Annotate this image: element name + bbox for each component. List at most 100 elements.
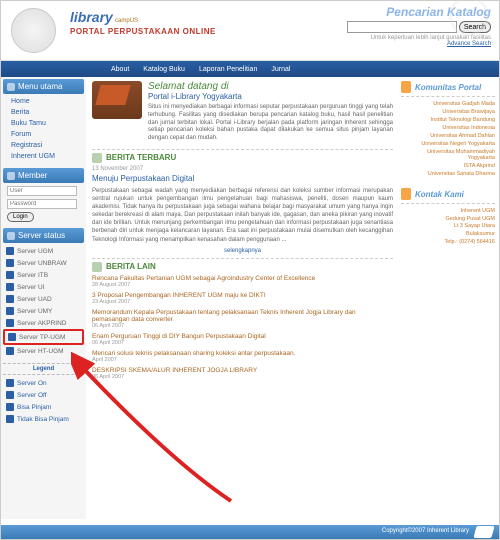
login-button[interactable]: Login: [7, 212, 34, 222]
server-icon: [6, 319, 14, 327]
legend-label: Server Off: [17, 392, 47, 399]
server-item[interactable]: Server AKPRIND: [3, 317, 84, 329]
other-news-title: 3 Proposal Pengembangan INHERENT UGM maj…: [92, 292, 393, 299]
nav-jurnal[interactable]: Jurnal: [271, 66, 290, 73]
menu-header: Menu utama: [3, 79, 84, 94]
legend-label: Bisa Pinjam: [17, 404, 51, 411]
other-news-date: 23 August 2007: [92, 299, 393, 305]
legend-item: Bisa Pinjam: [3, 401, 84, 413]
other-news-item[interactable]: DESKRIPSI SKEMA/ALUR INHERENT JOGJA LIBR…: [92, 367, 393, 380]
nav-laporan[interactable]: Laporan Penelitian: [199, 66, 257, 73]
server-icon: [6, 307, 14, 315]
other-news-title: Memorandum Kepala Perpustakaan tentang p…: [92, 309, 393, 323]
other-news-item[interactable]: 3 Proposal Pengembangan INHERENT UGM maj…: [92, 292, 393, 305]
welcome-image: [92, 81, 142, 119]
menu-item[interactable]: Berita: [11, 107, 84, 118]
legend-icon: [6, 415, 14, 423]
legend-header: Legend: [3, 363, 84, 375]
contact-header: Kontak Kami: [401, 188, 495, 204]
read-more-link[interactable]: selengkapnya: [92, 244, 393, 258]
university-link[interactable]: Institut Teknologi Bandung: [401, 116, 495, 124]
other-news-title: Mencari solusi teknis pelaksanaan sharin…: [92, 350, 393, 357]
university-link[interactable]: ISTA Akprind: [401, 162, 495, 170]
password-input[interactable]: [7, 199, 77, 209]
top-nav: About Katalog Buku Laporan Penelitian Ju…: [1, 61, 499, 77]
university-link[interactable]: Universitas Brawijaya: [401, 108, 495, 116]
menu-item[interactable]: Home: [11, 96, 84, 107]
menu-item[interactable]: Buku Tamu: [11, 118, 84, 129]
menu-item[interactable]: Registrasi: [11, 140, 84, 151]
server-item[interactable]: Server ITB: [3, 269, 84, 281]
other-news-item[interactable]: Mencari solusi teknis pelaksanaan sharin…: [92, 350, 393, 363]
server-icon: [6, 347, 14, 355]
server-item[interactable]: Server UNBRAW: [3, 257, 84, 269]
other-news-date: 28 August 2007: [92, 282, 393, 288]
server-item[interactable]: Server UMY: [3, 305, 84, 317]
university-link[interactable]: Universitas Sanata Dharma: [401, 170, 495, 178]
university-link[interactable]: Universitas Ahmad Dahlan: [401, 132, 495, 140]
server-label: Server ITB: [17, 272, 48, 279]
search-input[interactable]: [347, 21, 457, 33]
other-news-item[interactable]: Rencana Fakultas Pertanian UGM sebagai A…: [92, 275, 393, 288]
university-link[interactable]: Universitas Indonesia: [401, 124, 495, 132]
server-item[interactable]: Server HT-UGM: [3, 345, 84, 357]
legend-item: Server Off: [3, 389, 84, 401]
server-item[interactable]: Server TP-UGM: [3, 329, 84, 345]
welcome-subtitle: Portal i-Library Yogyakarta: [148, 92, 393, 101]
other-news-title: DESKRIPSI SKEMA/ALUR INHERENT JOGJA LIBR…: [92, 367, 393, 374]
news-header: BERITA TERBARU: [92, 149, 393, 166]
university-link[interactable]: Universitas Negeri Yogyakarta: [401, 140, 495, 148]
server-item[interactable]: Server UAD: [3, 293, 84, 305]
server-label: Server UNBRAW: [17, 260, 67, 267]
server-icon: [6, 283, 14, 291]
other-news-date: 06 April 2007: [92, 340, 393, 346]
contact-line: Bulaksumur: [401, 231, 495, 239]
server-status-header: Server status: [3, 228, 84, 243]
other-news-header: BERITA LAIN: [92, 258, 393, 275]
server-label: Server UGM: [17, 248, 53, 255]
legend-item: Tidak Bisa Pinjam: [3, 413, 84, 425]
server-label: Server HT-UGM: [17, 348, 64, 355]
other-news-item[interactable]: Enam Perguruan Tinggi di DIY Bangun Perp…: [92, 333, 393, 346]
other-news-date: 06 April 2007: [92, 323, 393, 329]
brand-subtitle: PORTAL PERPUSTAKAAN ONLINE: [70, 27, 329, 36]
news-title[interactable]: Menuju Perpustakaan Digital: [92, 174, 393, 183]
legend-label: Server On: [17, 380, 47, 387]
brand-tag: campUS: [115, 18, 138, 24]
nav-about[interactable]: About: [111, 66, 129, 73]
menu-item[interactable]: Inherent UGM: [11, 151, 84, 162]
server-icon: [6, 271, 14, 279]
university-link[interactable]: Universitas Muhammadiyah Yogyakarta: [401, 148, 495, 162]
advanced-search-link[interactable]: Advance Search: [329, 41, 491, 47]
menu-item[interactable]: Forum: [11, 129, 84, 140]
server-label: Server TP-UGM: [19, 334, 65, 341]
footer-text: Copyright©2007 Inherent Library: [382, 528, 469, 534]
server-icon: [6, 295, 14, 303]
legend-icon: [6, 391, 14, 399]
contact-line: Inherent UGM: [401, 208, 495, 216]
server-icon: [8, 333, 16, 341]
legend-item: Server On: [3, 377, 84, 389]
server-label: Server AKPRIND: [17, 320, 67, 327]
logo: [11, 8, 56, 53]
server-label: Server UMY: [17, 308, 52, 315]
news-body: Perpustakaan sebagai wadah yang menyedia…: [92, 187, 393, 244]
server-icon: [6, 259, 14, 267]
server-icon: [6, 247, 14, 255]
university-link[interactable]: Universitas Gadjah Mada: [401, 100, 495, 108]
other-news-date: April 2007: [92, 357, 393, 363]
welcome-title: Selamat datang di: [148, 81, 393, 92]
user-input[interactable]: [7, 186, 77, 196]
server-label: Server UI: [17, 284, 44, 291]
other-news-item[interactable]: Memorandum Kepala Perpustakaan tentang p…: [92, 309, 393, 329]
nav-katalog[interactable]: Katalog Buku: [143, 66, 185, 73]
server-label: Server UAD: [17, 296, 52, 303]
server-item[interactable]: Server UGM: [3, 245, 84, 257]
legend-icon: [6, 403, 14, 411]
footer: Copyright©2007 Inherent Library: [1, 525, 499, 539]
community-header: Komunitas Portal: [401, 81, 495, 97]
server-item[interactable]: Server UI: [3, 281, 84, 293]
contact-line: Gedung Pusat UGM: [401, 216, 495, 224]
member-header: Member: [3, 168, 84, 183]
welcome-body: Situs ini menyediakan berbagai informasi…: [148, 104, 393, 143]
